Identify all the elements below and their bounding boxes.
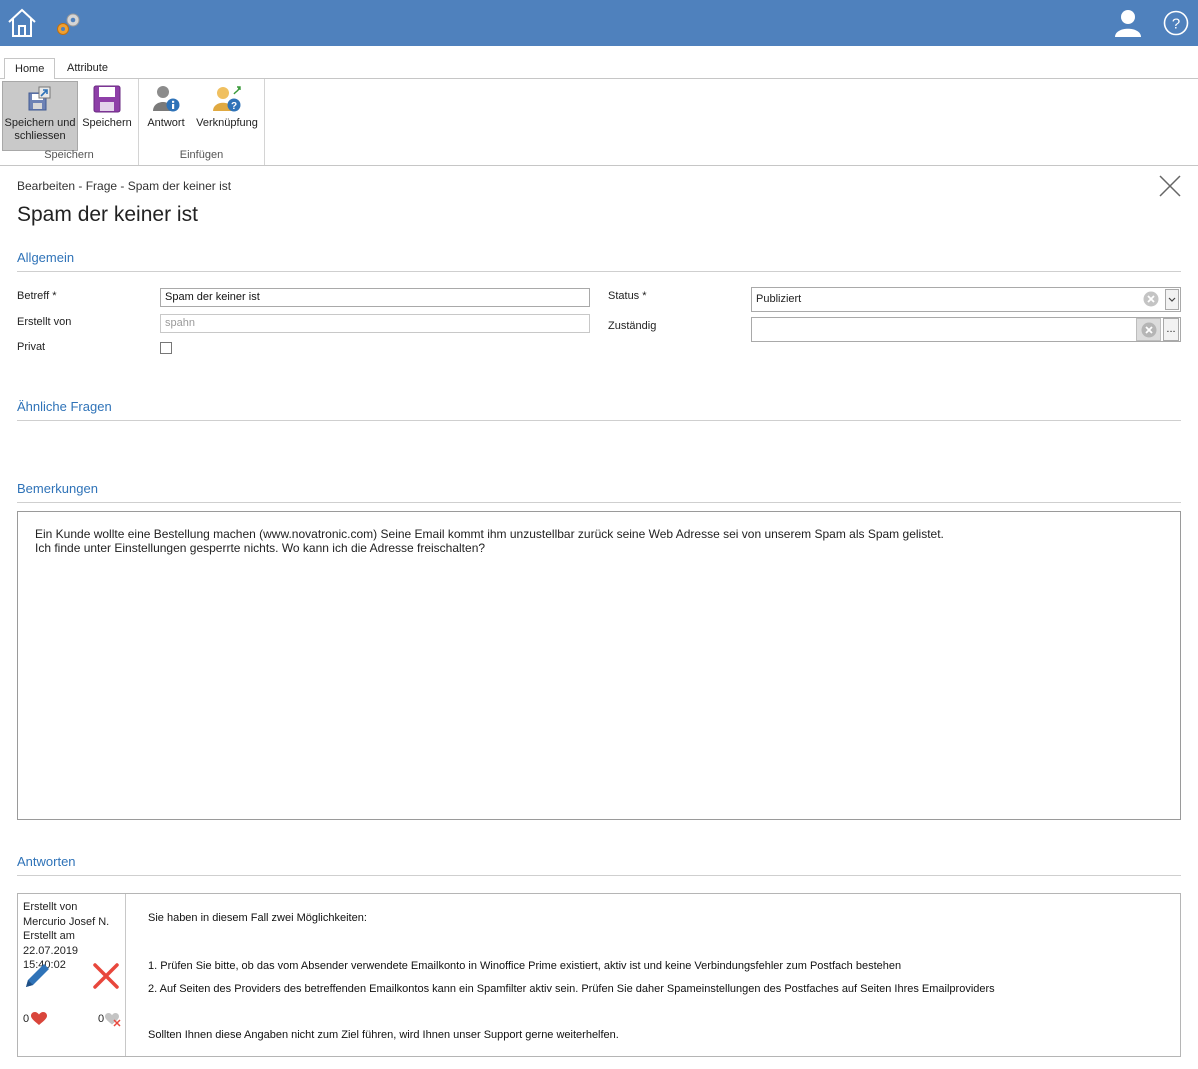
- answer-intro: Sie haben in diesem Fall zwei Möglichkei…: [148, 912, 367, 924]
- tab-home[interactable]: Home: [4, 58, 56, 80]
- responsible-label: Zuständig: [608, 320, 657, 332]
- answer-point-2: 2. Auf Seiten des Providers des betreffe…: [148, 983, 995, 995]
- remarks-textarea[interactable]: Ein Kunde wollte eine Bestellung machen …: [17, 511, 1181, 820]
- breadcrumb: Bearbeiten - Frage - Spam der keiner ist: [17, 179, 232, 193]
- answer-author: Mercurio Josef N.: [23, 915, 110, 928]
- like-count: 0: [23, 1013, 30, 1025]
- responsible-clear-icon: [1141, 322, 1157, 338]
- ribbon-tab-row: Home Attribute: [0, 46, 1198, 80]
- answer-meta: Erstellt von Mercurio Josef N. Erstellt …: [18, 894, 126, 1056]
- responsible-select[interactable]: [751, 317, 1181, 342]
- section-general-divider: [17, 271, 1181, 272]
- top-bar: ?: [0, 0, 1198, 46]
- save-and-close-label: Speichern und schliessen: [4, 117, 76, 142]
- close-icon[interactable]: [1158, 174, 1182, 198]
- status-dropdown-button[interactable]: [1165, 289, 1179, 310]
- user-icon[interactable]: [1112, 7, 1144, 39]
- settings-gears-icon[interactable]: [52, 8, 84, 40]
- help-icon[interactable]: ?: [1162, 9, 1190, 37]
- link-user-question-icon: ?: [213, 86, 241, 112]
- answer-point-1: 1. Prüfen Sie bitte, ob das vom Absender…: [148, 960, 902, 972]
- save-and-close-icon: [28, 86, 51, 111]
- subject-input[interactable]: Spam der keiner ist: [160, 288, 590, 307]
- home-icon[interactable]: [6, 7, 38, 39]
- private-checkbox[interactable]: [160, 342, 172, 354]
- answer-created-by-label: Erstellt von: [23, 901, 78, 913]
- save-and-close-button[interactable]: Speichern und schliessen: [2, 81, 78, 151]
- remarks-line-2: Ich finde unter Einstellungen gesperrte …: [35, 541, 486, 555]
- remarks-line-1: Ein Kunde wollte eine Bestellung machen …: [35, 527, 944, 541]
- ribbon-group-save-label: Speichern: [44, 149, 94, 161]
- section-remarks-divider: [17, 502, 1181, 503]
- section-answers-divider: [17, 875, 1181, 876]
- link-label: Verknüpfung: [196, 117, 258, 129]
- private-label: Privat: [17, 341, 46, 353]
- edit-pencil-icon[interactable]: [22, 961, 52, 991]
- ribbon-group-save: Speichern und schliessen Speichern Speic…: [0, 79, 139, 165]
- ribbon-group-insert-label: Einfügen: [179, 149, 224, 161]
- save-button[interactable]: Speichern: [80, 81, 134, 151]
- save-label: Speichern: [82, 117, 132, 129]
- chevron-down-icon: [1168, 297, 1176, 302]
- answer-user-info-icon: [153, 86, 180, 112]
- answer-outro: Sollten Ihnen diese Angaben nicht zum Zi…: [148, 1029, 619, 1041]
- answer-created-at-label: Erstellt am: [23, 930, 75, 942]
- answer-label: Antwort: [147, 117, 185, 129]
- svg-text:?: ?: [231, 101, 237, 112]
- status-select-value: Publiziert: [756, 293, 802, 305]
- section-similar-title: Ähnliche Fragen: [17, 399, 112, 414]
- ribbon: Speichern und schliessen Speichern Speic…: [0, 79, 1198, 166]
- subject-label: Betreff *: [17, 290, 57, 302]
- responsible-browse-button[interactable]: ...: [1163, 318, 1179, 341]
- dislike-count: 0: [98, 1013, 105, 1025]
- save-icon: [93, 85, 121, 113]
- created-by-label: Erstellt von: [17, 316, 72, 328]
- heart-like-icon[interactable]: [31, 1012, 47, 1026]
- status-clear-icon[interactable]: [1143, 291, 1159, 307]
- page-title: Spam der keiner ist: [17, 203, 198, 226]
- status-select[interactable]: Publiziert: [751, 287, 1181, 312]
- heart-dislike-icon[interactable]: [105, 1012, 121, 1027]
- answer-card: Erstellt von Mercurio Josef N. Erstellt …: [17, 893, 1181, 1057]
- answer-button[interactable]: Antwort: [144, 81, 188, 151]
- delete-x-icon[interactable]: [91, 961, 121, 991]
- section-remarks-title: Bemerkungen: [17, 481, 98, 496]
- section-answers-title: Antworten: [17, 854, 76, 869]
- tab-attribute[interactable]: Attribute: [57, 58, 118, 79]
- svg-text:?: ?: [1172, 16, 1180, 33]
- link-button[interactable]: ? Verknüpfung: [194, 81, 260, 151]
- status-label: Status *: [608, 290, 647, 302]
- section-general-title: Allgemein: [17, 250, 75, 265]
- created-by-input: spahn: [160, 314, 590, 333]
- responsible-clear-button[interactable]: [1136, 318, 1161, 341]
- section-similar-divider: [17, 420, 1181, 421]
- ribbon-group-insert: Antwort ? Verknüpfung Einfügen: [139, 79, 265, 165]
